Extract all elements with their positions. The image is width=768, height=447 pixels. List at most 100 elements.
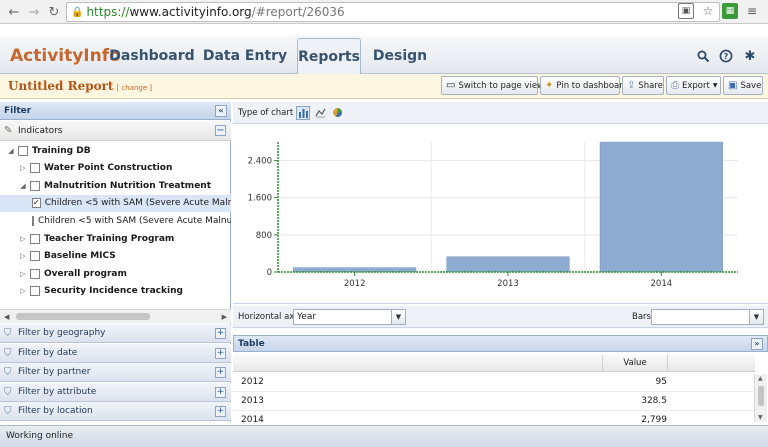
bar [446,256,570,273]
save-button[interactable]: ▣ Save [723,76,763,95]
filter-group-label: Filter by attribute [18,386,97,397]
tab-reports[interactable]: Reports [297,38,361,75]
tab-dashboard[interactable]: Dashboard [108,38,196,74]
axis-options-bar: Horizontal axis Year ▼ Bars ▼ [233,306,768,328]
help-icon[interactable]: ? [718,48,734,64]
forward-icon[interactable]: → [24,2,44,22]
scrollbar-thumb[interactable] [16,313,150,320]
settings-icon[interactable]: ✱ [742,48,758,64]
collapsed-arrow-icon[interactable]: ▷ [18,252,28,260]
switch-page-view-button[interactable]: ▭ Switch to page view [441,76,544,95]
bar [599,141,723,273]
indicators-section-header[interactable]: ✎ Indicators − [0,121,231,141]
tree-checkbox[interactable] [30,286,40,297]
table-scrollbar-thumb[interactable] [758,386,764,406]
tree-item[interactable]: ◢ Malnutrition Nutrition Treatment [0,177,231,194]
filter-group-header[interactable]: ⛉ Filter by location + [0,402,231,421]
pin-dashboard-button[interactable]: ✦ Pin to dashboard [540,76,628,95]
expanded-arrow-icon[interactable]: ◢ [6,147,16,155]
collapse-indicators-button[interactable]: − [215,125,226,136]
filter-group-label: Filter by location [18,406,93,416]
save-icon: ▣ [728,80,738,91]
tab-design[interactable]: Design [370,38,430,74]
extension-icon[interactable]: ▦ [722,3,738,19]
address-bar[interactable]: 🔒 https:// www.activityinfo.org /#report… [66,2,720,22]
collapsed-arrow-icon[interactable]: ▷ [18,270,28,278]
tree-item[interactable]: ◢ Training DB [0,142,231,159]
tree-checkbox[interactable] [18,145,28,156]
scroll-up-icon[interactable]: ▲ [758,375,763,382]
report-title-bar: Untitled Report[ change ] ▭ Switch to pa… [0,74,768,99]
table-row[interactable]: 2013 328.5 [233,392,755,411]
chevron-down-icon: ▼ [749,310,763,324]
tree-item[interactable]: Children <5 with SAM (Severe Acute Malnu… [0,212,231,229]
change-title-link[interactable]: [ change ] [116,84,152,92]
filter-panel: Filter « ✎ Indicators − ◢ Training DB ▷ Wat… [0,102,231,422]
tab-data-entry[interactable]: Data Entry [202,38,288,74]
collapsed-arrow-icon[interactable]: ▷ [18,235,28,243]
tree-horizontal-scrollbar[interactable]: ◀ ▶ [0,309,231,323]
report-title[interactable]: Untitled Report[ change ] [8,79,152,93]
expand-filter-button[interactable]: + [215,347,226,359]
pie-chart-icon[interactable] [330,106,344,120]
tree-checkbox[interactable] [30,268,40,279]
expand-filter-button[interactable]: + [215,367,226,378]
export-label: Export [682,80,710,91]
expanded-arrow-icon[interactable]: ◢ [18,182,28,190]
table-row[interactable]: 2012 95 [233,373,755,392]
expand-filter-button[interactable]: + [215,386,226,398]
scroll-down-icon[interactable]: ▼ [758,414,763,421]
scroll-left-icon[interactable]: ◀ [4,313,9,321]
page-icon[interactable]: ▣ [678,3,694,19]
year-cell: 2012 [241,377,264,387]
export-button[interactable]: ⎙ Export ▼ [666,76,721,95]
switch-page-view-label: Switch to page view [458,80,544,91]
filter-group-header[interactable]: ⛉ Filter by geography + [0,324,231,343]
tree-item[interactable]: ▷ Baseline MICS [0,248,231,265]
filter-group-header[interactable]: ⛉ Filter by attribute + [0,382,231,402]
expand-filter-button[interactable]: + [215,328,226,339]
collapse-filter-button[interactable]: « [215,105,227,117]
url-scheme: https:// [86,5,130,19]
filter-header-label: Filter [4,105,32,116]
filter-group-header[interactable]: ⛉ Filter by date + [0,343,231,363]
tree-item[interactable]: ▷ Security Incidence tracking [0,283,231,300]
value-column-header[interactable]: Value [602,355,668,372]
chevron-down-icon: ▼ [391,310,405,324]
tree-checkbox[interactable]: ✓ [32,198,41,209]
star-icon[interactable]: ☆ [700,3,716,19]
collapsed-arrow-icon[interactable]: ▷ [18,287,28,295]
search-icon[interactable] [695,48,711,64]
line-chart-icon[interactable] [313,106,327,120]
reload-icon[interactable]: ↻ [44,2,64,22]
collapsed-arrow-icon[interactable]: ▷ [18,164,28,172]
tree-item-label: Children <5 with SAM (Severe Acute Malnu… [38,215,231,226]
url-path: /#report/26036 [251,5,345,19]
filter-icon: ⛉ [4,406,12,417]
tree-checkbox[interactable] [30,180,40,191]
filter-group-header[interactable]: ⛉ Filter by partner + [0,363,231,382]
tree-checkbox[interactable] [30,251,40,262]
bars-select[interactable]: ▼ [651,309,764,325]
tree-checkbox[interactable] [30,163,40,174]
x-tick-label: 2012 [344,279,366,289]
tree-item[interactable]: ▷ Overall program [0,265,231,282]
chart-type-bar: Type of chart [233,102,768,124]
page-view-icon: ▭ [446,80,456,91]
tree-item[interactable]: ✓ Children <5 with SAM (Severe Acute Maln… [0,194,231,212]
tree-item[interactable]: ▷ Teacher Training Program [0,230,231,247]
table-vertical-scrollbar[interactable]: ▲ ▼ [754,374,767,422]
collapse-table-button[interactable]: » [751,338,763,350]
expand-filter-button[interactable]: + [215,406,226,417]
menu-icon[interactable]: ≡ [744,3,760,19]
tree-checkbox[interactable] [30,233,40,244]
bars-label: Bars [632,312,651,322]
back-icon[interactable]: ← [4,2,24,22]
scroll-right-icon[interactable]: ▶ [222,313,227,321]
horizontal-axis-select[interactable]: Year ▼ [293,309,406,325]
share-button[interactable]: ⇪ Share [622,76,664,95]
app-logo[interactable]: ActivityInfo [10,46,121,66]
tree-item[interactable]: ▷ Water Point Construction [0,160,231,177]
bar-chart-icon[interactable] [296,105,311,120]
tree-checkbox[interactable] [32,215,34,226]
